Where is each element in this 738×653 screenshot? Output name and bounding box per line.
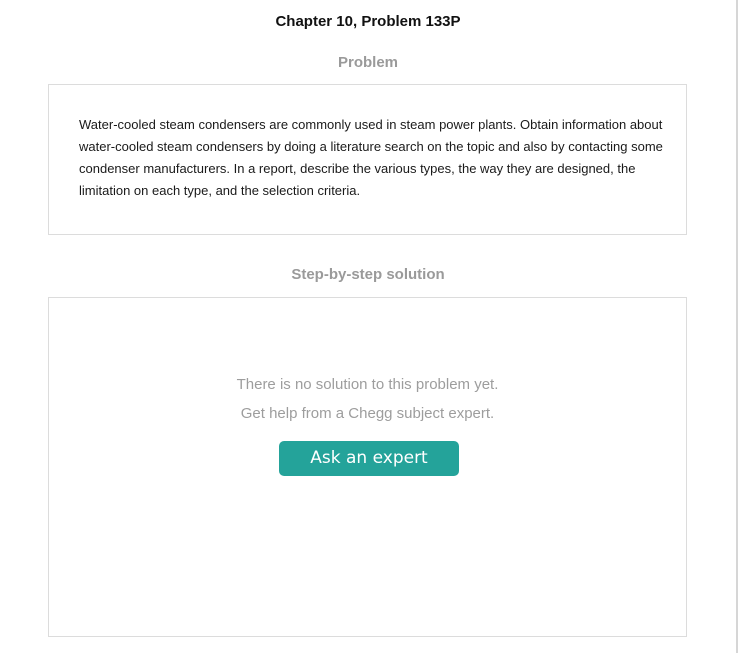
expert-help-message: Get help from a Chegg subject expert. xyxy=(240,405,495,422)
solution-heading: Step-by-step solution xyxy=(291,266,445,283)
page-title: Chapter 10, Problem 133P xyxy=(275,13,461,30)
solution-card: There is no solution to this problem yet… xyxy=(48,297,687,637)
problem-heading: Problem xyxy=(337,54,398,71)
problem-card: Water-cooled steam condensers are common… xyxy=(48,84,687,235)
problem-statement: Water-cooled steam condensers are common… xyxy=(79,117,663,198)
ask-an-expert-button[interactable]: Ask an expert xyxy=(279,441,459,476)
no-solution-message: There is no solution to this problem yet… xyxy=(236,376,499,393)
